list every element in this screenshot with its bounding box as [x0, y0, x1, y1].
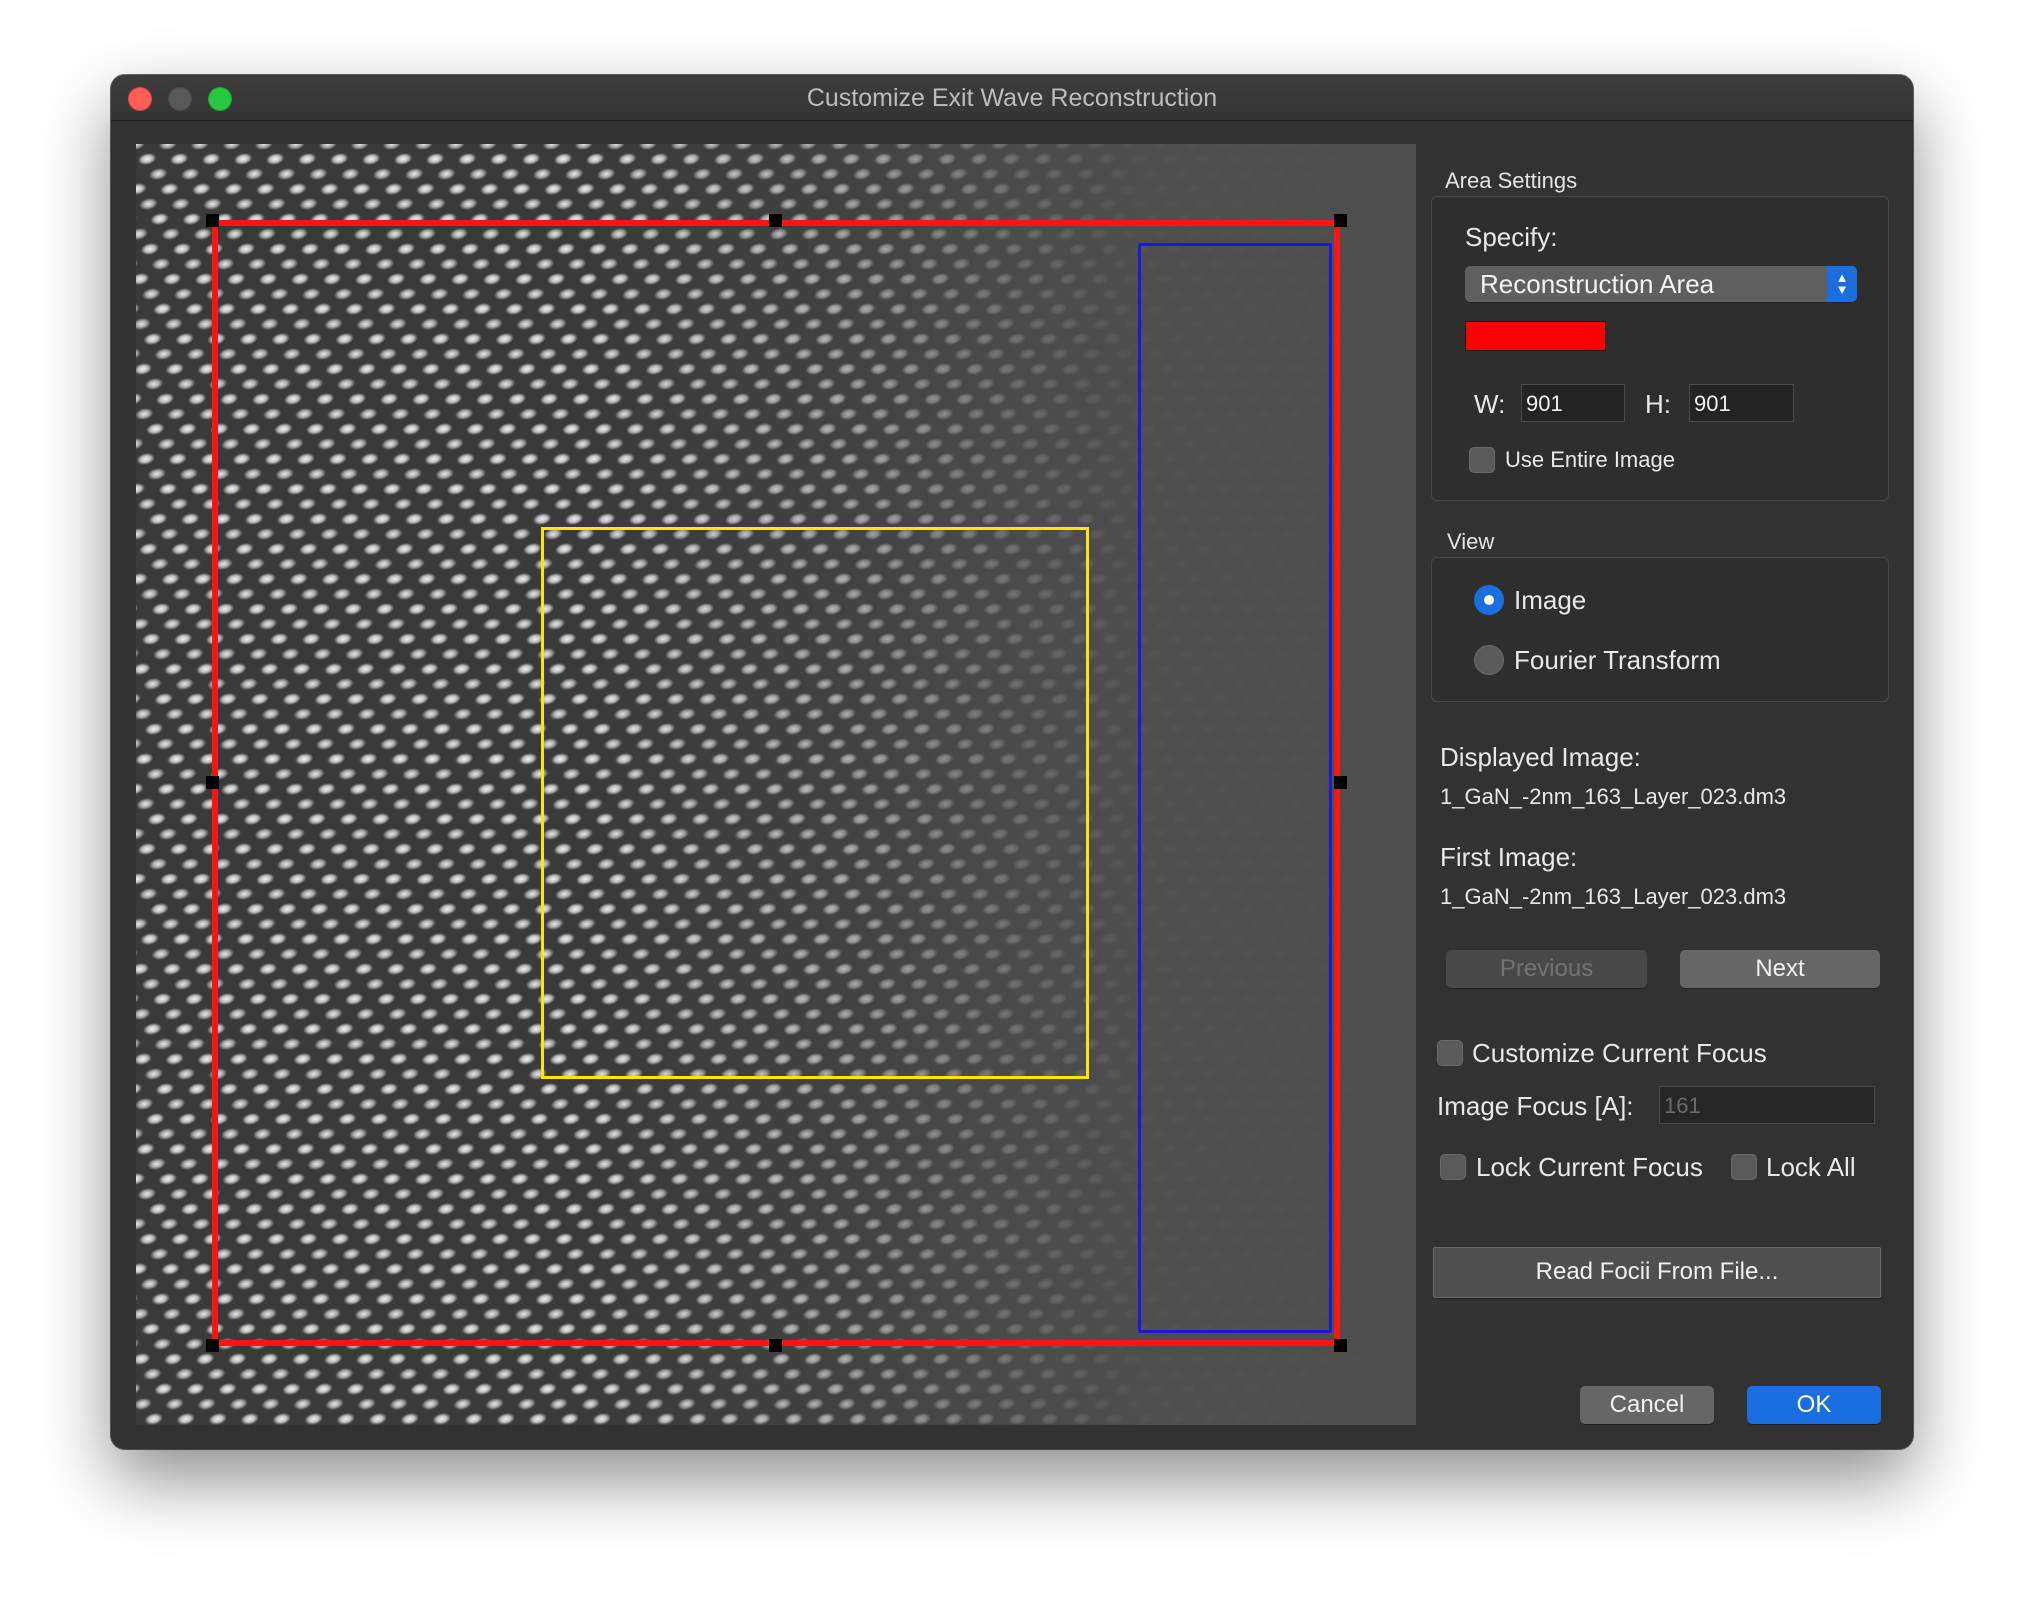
roi-handle-top-right[interactable]: [1334, 214, 1347, 227]
first-image-label: First Image:: [1440, 842, 1578, 872]
cancel-button[interactable]: Cancel: [1580, 1386, 1714, 1424]
customize-current-focus-label[interactable]: Customize Current Focus: [1472, 1038, 1767, 1069]
lock-all-checkbox[interactable]: [1731, 1154, 1757, 1180]
view-image-label[interactable]: Image: [1514, 585, 1586, 616]
roi-handle-bottom-middle[interactable]: [769, 1339, 782, 1352]
popup-arrows-icon: ▲ ▼: [1827, 266, 1857, 302]
lock-current-focus-checkbox[interactable]: [1440, 1154, 1466, 1180]
width-label: W:: [1474, 389, 1506, 419]
area-settings-label: Area Settings: [1445, 168, 1578, 193]
height-field[interactable]: 901: [1689, 384, 1794, 422]
read-focii-from-file-button[interactable]: Read Focii From File...: [1433, 1247, 1881, 1298]
displayed-image-value: 1_GaN_-2nm_163_Layer_023.dm3: [1440, 784, 1787, 809]
roi-handle-bottom-right[interactable]: [1334, 1339, 1347, 1352]
width-field[interactable]: 901: [1521, 384, 1625, 422]
lock-all-label[interactable]: Lock All: [1766, 1152, 1856, 1183]
image-focus-label: Image Focus [A]:: [1437, 1091, 1634, 1121]
view-group: [1431, 557, 1889, 702]
specify-label: Specify:: [1465, 222, 1558, 252]
focus-area-roi[interactable]: [541, 527, 1089, 1079]
specify-popup-value: Reconstruction Area: [1480, 269, 1715, 299]
area-color-swatch[interactable]: [1465, 321, 1606, 351]
lock-current-focus-label[interactable]: Lock Current Focus: [1476, 1152, 1703, 1183]
height-label: H:: [1645, 389, 1671, 419]
ok-button[interactable]: OK: [1747, 1386, 1881, 1424]
use-entire-image-label[interactable]: Use Entire Image: [1505, 447, 1675, 473]
customize-current-focus-checkbox[interactable]: [1437, 1040, 1463, 1066]
view-fourier-transform-radio[interactable]: [1474, 645, 1504, 675]
roi-handle-middle-left[interactable]: [206, 776, 219, 789]
window-title: Customize Exit Wave Reconstruction: [806, 84, 1218, 112]
view-fourier-transform-label[interactable]: Fourier Transform: [1514, 645, 1721, 676]
hrtem-image-view[interactable]: [136, 144, 1416, 1425]
next-button[interactable]: Next: [1680, 950, 1880, 988]
roi-handle-top-middle[interactable]: [769, 214, 782, 227]
view-image-radio[interactable]: [1474, 585, 1504, 615]
roi-handle-top-left[interactable]: [206, 214, 219, 227]
specify-popup[interactable]: Reconstruction Area ▲ ▼: [1465, 266, 1857, 302]
roi-handle-bottom-left[interactable]: [206, 1339, 219, 1352]
roi-handle-middle-right[interactable]: [1334, 776, 1347, 789]
image-focus-field[interactable]: 161: [1659, 1086, 1875, 1124]
first-image-value: 1_GaN_-2nm_163_Layer_023.dm3: [1440, 884, 1787, 909]
previous-button[interactable]: Previous: [1446, 950, 1647, 988]
displayed-image-label: Displayed Image:: [1440, 742, 1641, 772]
background-area-roi[interactable]: [1138, 243, 1332, 1333]
use-entire-image-checkbox[interactable]: [1469, 447, 1495, 473]
title-bar[interactable]: Customize Exit Wave Reconstruction: [111, 75, 1913, 121]
view-label: View: [1447, 529, 1495, 554]
